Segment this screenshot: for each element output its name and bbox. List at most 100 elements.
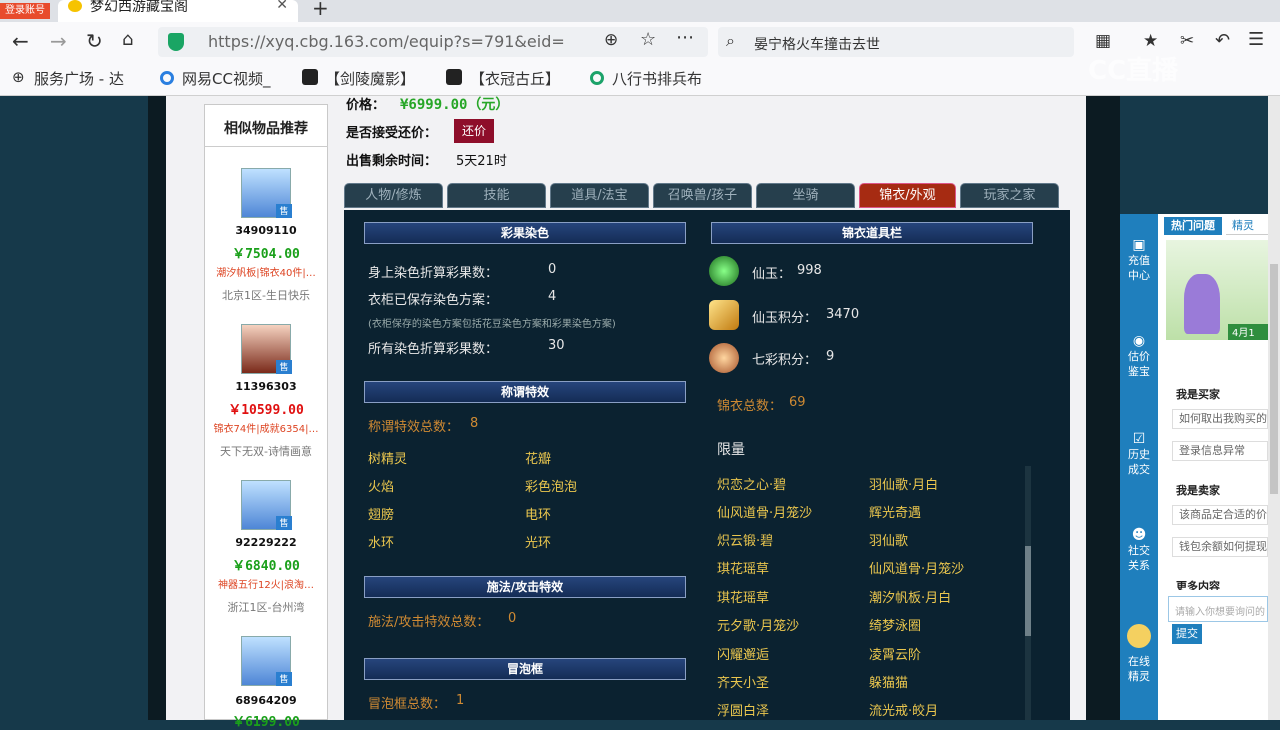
- item-server: 浙江1区-台州湾: [227, 601, 305, 614]
- limited-item: 辉光奇遇: [869, 506, 922, 521]
- xianyu-score-value: 3470: [826, 307, 860, 322]
- undo-icon[interactable]: ↶: [1215, 30, 1230, 51]
- bargain-button[interactable]: 还价: [454, 119, 494, 143]
- tab-character[interactable]: 人物/修炼: [344, 183, 443, 208]
- title-fx-count-label: 称谓特效总数：: [368, 420, 460, 435]
- scissors-icon[interactable]: ✂: [1180, 31, 1194, 51]
- home-icon[interactable]: ⌂: [122, 29, 133, 50]
- qicai-value: 9: [826, 349, 835, 364]
- list-scrollbar-thumb[interactable]: [1025, 546, 1031, 636]
- title-fx-header: 称谓特效: [364, 381, 686, 403]
- reload-icon[interactable]: ↻: [86, 29, 103, 53]
- title-fx-item: 花瓣: [525, 452, 552, 467]
- wardrobe-total-label: 锦衣总数：: [717, 399, 783, 414]
- dye-note: (衣柜保存的染色方案包括花豆染色方案和彩果染色方案): [368, 319, 616, 330]
- browser-tab[interactable]: 梦幻西游藏宝阁 ✕: [58, 0, 298, 22]
- divider: [204, 146, 328, 147]
- url-bar[interactable]: https://xyq.cbg.163.com/equip?s=791&eid=…: [158, 27, 708, 57]
- tab-title: 梦幻西游藏宝阁: [90, 0, 188, 15]
- limited-item: 羽仙歌: [869, 534, 909, 549]
- url-text[interactable]: https://xyq.cbg.163.com/equip?s=791&eid=: [208, 32, 565, 51]
- back-icon[interactable]: ←: [12, 29, 29, 53]
- list-item[interactable]: 售 92229222 ￥6840.00 神器五行12火|浪淘… 浙江1区-台州湾: [204, 478, 328, 618]
- title-fx-item: 树精灵: [368, 452, 408, 467]
- sale-badge: 售: [276, 672, 292, 686]
- limited-list: 炽恋之心·碧 羽仙歌·月白 仙风道骨·月笼沙 辉光奇遇 炽云锻·碧 羽仙歌 琪花…: [711, 466, 1033, 720]
- tab-skills[interactable]: 技能: [447, 183, 546, 208]
- bubble-header: 冒泡框: [364, 658, 686, 680]
- bookmark-item[interactable]: 服务广场 - 达: [34, 68, 124, 89]
- history-link[interactable]: ☑ 历史成交: [1122, 432, 1156, 477]
- tab-favicon-icon: [68, 0, 82, 12]
- buyer-question[interactable]: 如何取出我购买的: [1172, 409, 1268, 429]
- tab-pets[interactable]: 召唤兽/孩子: [653, 183, 752, 208]
- history-label: 历史成交: [1128, 448, 1150, 476]
- search-bar[interactable]: ⌕ 晏宁格火车撞击去世: [718, 27, 1074, 57]
- page-scrollbar-thumb[interactable]: [1270, 264, 1278, 494]
- limited-item: 仙风道骨·月笼沙: [717, 506, 813, 521]
- banner-figure: [1184, 274, 1220, 334]
- close-icon[interactable]: ✕: [276, 0, 288, 12]
- valuation-label: 估价鉴宝: [1128, 350, 1150, 378]
- banner-image[interactable]: 4月1: [1166, 240, 1268, 340]
- tab-items[interactable]: 道具/法宝: [550, 183, 649, 208]
- xianyu-value: 998: [797, 263, 822, 278]
- limited-item: 闪耀邂逅: [717, 648, 770, 663]
- bargain-label: 是否接受还价：: [346, 126, 438, 141]
- login-badge[interactable]: 登录账号: [0, 3, 50, 19]
- seller-question[interactable]: 钱包余额如何提现: [1172, 537, 1268, 557]
- title-fx-item: 电环: [525, 508, 552, 523]
- remain-label: 出售剩余时间：: [346, 154, 438, 169]
- star-icon[interactable]: ☆: [640, 29, 656, 50]
- xianyu-score-label: 仙玉积分：: [752, 311, 818, 326]
- spirit-label: 在线精灵: [1128, 655, 1150, 683]
- social-link[interactable]: ☻ 社交关系: [1122, 528, 1156, 573]
- tab-spirit[interactable]: 精灵: [1226, 217, 1268, 235]
- recharge-link[interactable]: ▣ 充值中心: [1122, 238, 1156, 283]
- bookmark-star-icon[interactable]: ★: [1143, 31, 1158, 51]
- bookmark-item[interactable]: 八行书排兵布: [612, 68, 702, 89]
- limited-item: 流光戒·皎月: [869, 704, 939, 719]
- title-fx-item: 彩色泡泡: [525, 480, 578, 495]
- submit-button[interactable]: 提交: [1172, 624, 1202, 644]
- item-price: ￥7504.00: [232, 247, 300, 262]
- seller-question[interactable]: 该商品定合适的价: [1172, 505, 1268, 525]
- new-tab-button[interactable]: +: [312, 0, 329, 20]
- limited-label: 限量: [717, 442, 745, 458]
- help-input[interactable]: 请输入你想要询问的: [1168, 596, 1268, 622]
- bookmark-item[interactable]: 【衣冠古丘】: [470, 68, 560, 89]
- limited-item: 仙风道骨·月笼沙: [869, 562, 965, 577]
- limited-item: 潮汐帆板·月白: [869, 591, 952, 606]
- buyer-question[interactable]: 登录信息异常: [1172, 441, 1268, 461]
- tab-appearance[interactable]: 锦衣/外观: [859, 183, 956, 208]
- bookmark-item[interactable]: 网易CC视频_: [182, 68, 270, 89]
- attack-fx-header: 施法/攻击特效: [364, 576, 686, 598]
- menu-icon[interactable]: ☰: [1248, 29, 1264, 50]
- list-item[interactable]: 售 11396303 ￥10599.00 锦衣74件|成就6354|… 天下无双…: [204, 322, 328, 462]
- tab-hot-questions[interactable]: 热门问题: [1164, 217, 1222, 235]
- valuation-link[interactable]: ◉ 估价鉴宝: [1122, 334, 1156, 379]
- tab-mounts[interactable]: 坐骑: [756, 183, 855, 208]
- sale-badge: 售: [276, 204, 292, 218]
- item-tags: 锦衣74件|成就6354|…: [213, 424, 319, 435]
- globe-icon: ⊕: [12, 68, 25, 86]
- tab-home[interactable]: 玩家之家: [960, 183, 1059, 208]
- zoom-icon[interactable]: ⊕: [604, 30, 618, 50]
- price-value: ¥6999.00（元）: [400, 97, 510, 113]
- more-icon[interactable]: ⋯: [676, 27, 694, 48]
- dye-saved-label: 衣柜已保存染色方案：: [368, 293, 499, 308]
- search-icon: ⌕: [726, 31, 735, 50]
- forward-icon[interactable]: →: [50, 29, 67, 53]
- recharge-label: 充值中心: [1128, 254, 1150, 282]
- list-item[interactable]: 售 68964209 ￥6199.00: [204, 634, 328, 730]
- list-item[interactable]: 售 34909110 ￥7504.00 潮汐帆板|锦衣40件|… 北京1区-生日…: [204, 166, 328, 306]
- spirit-link[interactable]: 在线精灵: [1122, 624, 1156, 704]
- history-icon: ☑: [1132, 431, 1146, 447]
- attack-fx-count: 0: [508, 611, 517, 626]
- xianyu-score-icon: [709, 300, 739, 330]
- dye-saved-value: 4: [548, 289, 557, 304]
- search-text[interactable]: 晏宁格火车撞击去世: [754, 34, 880, 54]
- grid-icon[interactable]: ▦: [1095, 31, 1111, 51]
- bookmark-item[interactable]: 【剑陵魔影】: [325, 68, 415, 89]
- spirit-avatar-icon: [1127, 624, 1151, 648]
